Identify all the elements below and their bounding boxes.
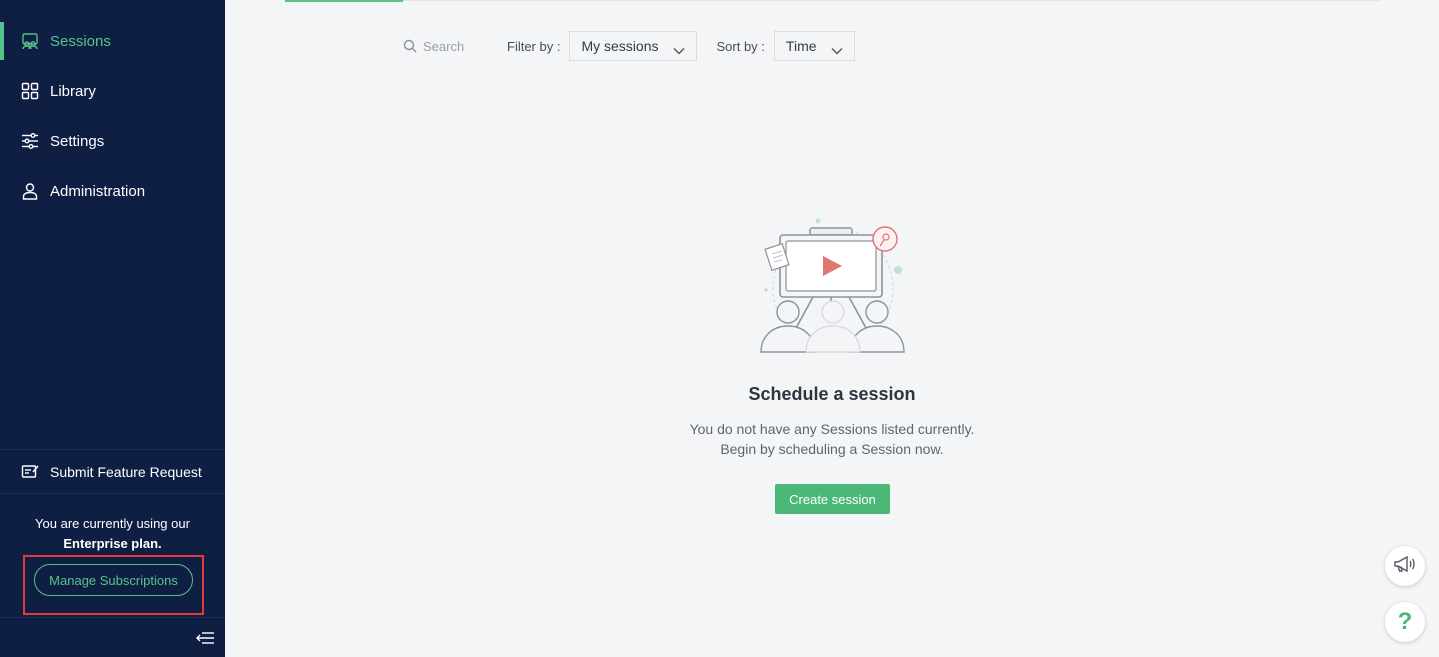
manage-subscriptions-button[interactable]: Manage Subscriptions [34,564,193,596]
search-input[interactable] [423,38,483,54]
sidebar-item-label: Settings [50,132,105,150]
submit-feature-request-button[interactable]: Submit Feature Request [0,449,225,494]
search-icon [403,39,417,53]
empty-state-description: You do not have any Sessions listed curr… [225,419,1439,459]
sidebar-item-label: Library [50,82,96,100]
help-button[interactable]: ? [1385,602,1425,642]
sort-dropdown[interactable]: Time [773,31,855,61]
manage-subscriptions-highlight: Manage Subscriptions [23,555,204,615]
toolbar: Filter by : My sessions Sort by : Time [403,31,855,61]
main-content: Filter by : My sessions Sort by : Time [225,0,1439,657]
empty-state-line: Begin by scheduling a Session now. [720,441,944,457]
user-icon [21,182,39,200]
plan-info: You are currently using our Enterprise p… [0,514,225,554]
search-box [403,38,493,54]
sliders-icon [21,132,39,150]
sidebar-item-sessions[interactable]: Sessions [0,16,225,66]
chevron-down-icon [673,42,685,55]
feedback-icon [21,463,39,481]
presentation-illustration [758,218,908,354]
chevron-down-icon [831,42,843,55]
filter-label: Filter by : [507,38,561,54]
grid-icon [21,82,39,100]
filter-value: My sessions [581,38,659,54]
sessions-icon [21,32,39,50]
sidebar-item-library[interactable]: Library [0,66,225,116]
sidebar: Sessions Library Settings Administration… [0,0,225,657]
sidebar-item-label: Administration [50,182,146,200]
tab-underline [285,0,1380,1]
active-tab-indicator [285,0,403,2]
sort-value: Time [785,38,817,54]
sort-label: Sort by : [716,38,765,54]
megaphone-icon [1393,554,1417,579]
plan-name: Enterprise plan. [63,536,162,551]
feature-request-label: Submit Feature Request [50,463,202,480]
help-icon: ? [1397,608,1413,635]
create-session-button[interactable]: Create session [775,484,890,514]
sidebar-item-settings[interactable]: Settings [0,116,225,166]
plan-line: You are currently using our [35,516,190,531]
empty-state-line: You do not have any Sessions listed curr… [689,421,975,437]
sidebar-item-label: Sessions [50,32,111,50]
filter-dropdown[interactable]: My sessions [569,31,697,61]
empty-state-title: Schedule a session [748,384,916,404]
sidebar-nav: Sessions Library Settings Administration [0,16,225,216]
announcements-button[interactable] [1385,546,1425,586]
sidebar-footer [0,617,225,657]
collapse-sidebar-icon[interactable] [195,630,215,646]
sidebar-item-administration[interactable]: Administration [0,166,225,216]
